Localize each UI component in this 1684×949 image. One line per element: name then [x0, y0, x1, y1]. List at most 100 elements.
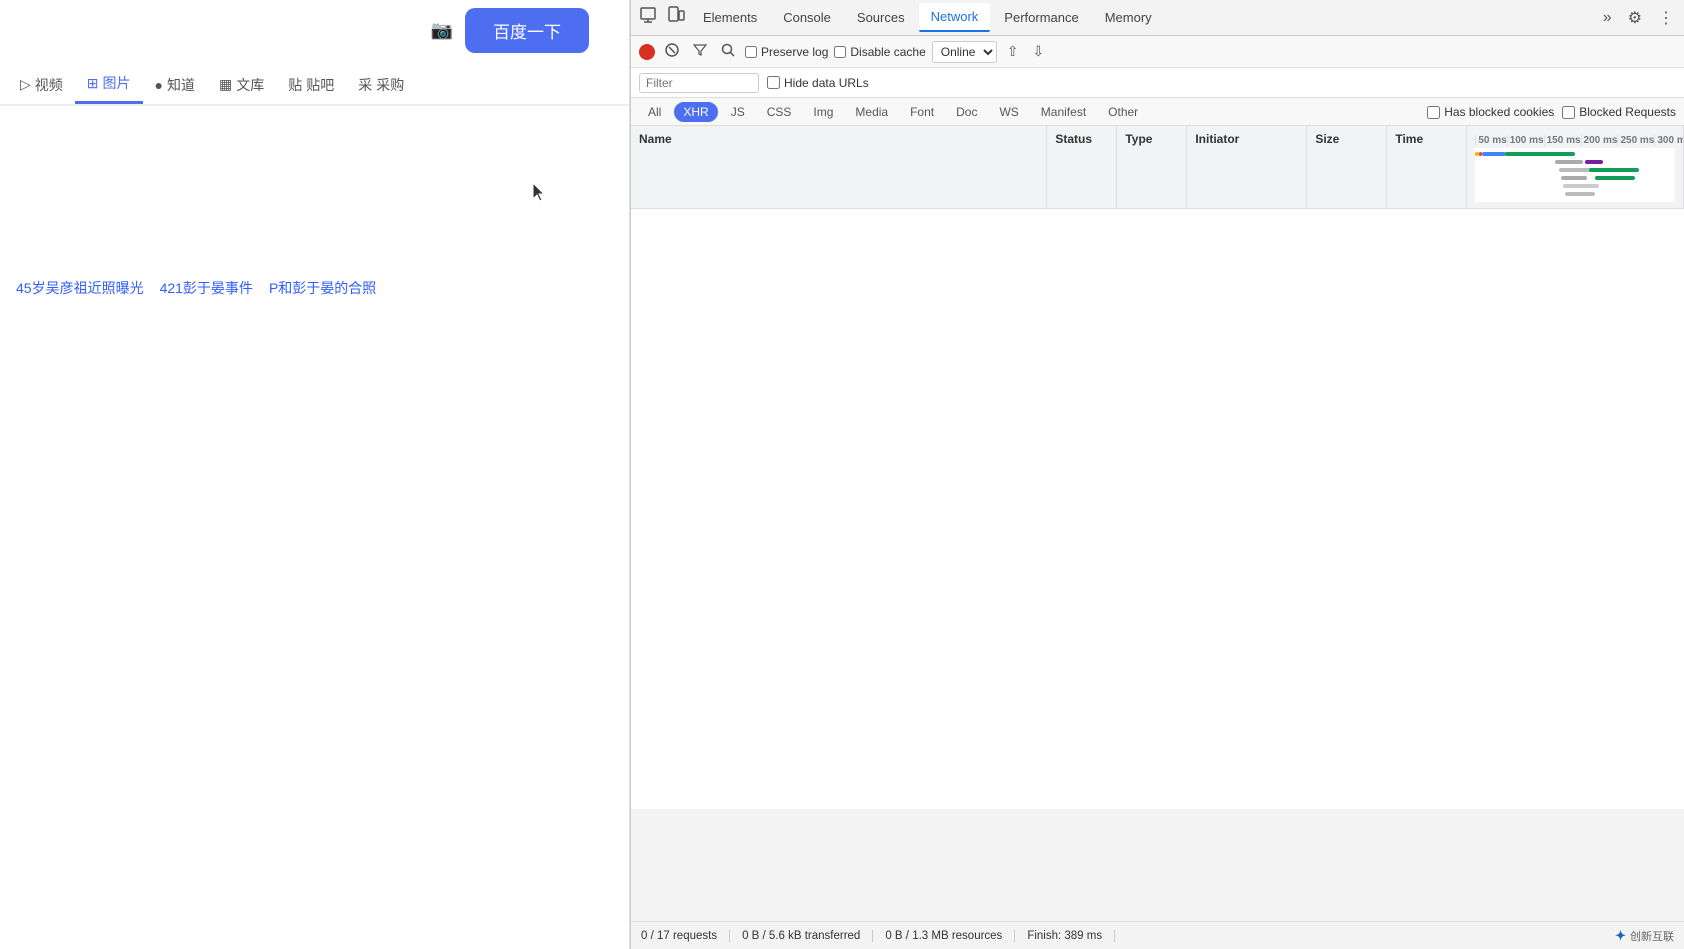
devtools-icons: » ⚙ ⋮: [1597, 4, 1680, 32]
trending-link-2[interactable]: P和彭于晏的合照: [269, 278, 376, 298]
filter-button[interactable]: [689, 41, 711, 62]
filter-other[interactable]: Other: [1099, 102, 1147, 122]
device-toolbar-button[interactable]: [663, 2, 689, 33]
network-main: Name Status Type Initiator Size Time 50 …: [631, 126, 1684, 921]
tab-zhidao[interactable]: ● 知道: [143, 65, 207, 104]
waterfall-bar-2: [1482, 152, 1506, 156]
disable-cache-checkbox[interactable]: [834, 46, 846, 58]
throttle-select[interactable]: Online: [932, 41, 997, 63]
filter-img[interactable]: Img: [804, 102, 842, 122]
tab-zhidao-label: 知道: [167, 75, 195, 95]
filter-media[interactable]: Media: [846, 102, 897, 122]
th-name[interactable]: Name: [631, 126, 1047, 208]
tab-wenku[interactable]: ▦ 文库: [207, 65, 276, 104]
devtools-topbar: Elements Console Sources Network Perform…: [631, 0, 1684, 36]
video-icon: ▷: [20, 76, 31, 93]
tab-tieba[interactable]: 贴 贴吧: [276, 65, 346, 104]
th-status[interactable]: Status: [1047, 126, 1117, 208]
waterfall-visualization: [1475, 148, 1675, 202]
waterfall-bar-11: [1595, 176, 1635, 180]
waterfall-bar-7: [1563, 184, 1599, 188]
finish-time: Finish: 389 ms: [1015, 930, 1115, 942]
camera-icon[interactable]: 📷: [431, 20, 453, 41]
th-time[interactable]: Time: [1387, 126, 1467, 208]
blocked-cookies-checkbox[interactable]: [1427, 106, 1440, 119]
table-body[interactable]: [631, 209, 1684, 921]
blocked-requests-checkbox[interactable]: [1562, 106, 1575, 119]
tab-caigou[interactable]: 采 采购: [346, 65, 416, 104]
tab-tieba-label: 贴吧: [306, 75, 334, 95]
trending-link-1[interactable]: 421彭于晏事件: [160, 278, 253, 298]
blocked-requests-label[interactable]: Blocked Requests: [1562, 105, 1676, 119]
logo-icon: ✦: [1615, 928, 1626, 944]
import-button[interactable]: ⇧: [1003, 41, 1023, 62]
devtools-tab-elements[interactable]: Elements: [691, 4, 769, 31]
filter-font[interactable]: Font: [901, 102, 943, 122]
waterfall-bar-10: [1589, 168, 1639, 172]
waterfall-bar-9: [1585, 160, 1603, 164]
filter-right: Has blocked cookies Blocked Requests: [1427, 105, 1676, 119]
bottom-status-bar: 0 / 17 requests 0 B / 5.6 kB transferred…: [631, 921, 1684, 949]
caigou-icon: 采: [358, 75, 372, 95]
wenku-icon: ▦: [219, 76, 232, 93]
requests-count: 0 / 17 requests: [641, 930, 730, 942]
disable-cache-text: Disable cache: [850, 45, 925, 59]
ruler-200ms: 200 ms: [1581, 135, 1618, 146]
export-button[interactable]: ⇩: [1028, 41, 1048, 62]
ruler-250ms: 250 ms: [1617, 135, 1654, 146]
more-tabs-button[interactable]: »: [1597, 5, 1618, 31]
filter-types-bar: All XHR JS CSS Img Media Font Doc WS Man…: [631, 98, 1684, 126]
clear-button[interactable]: [661, 41, 683, 62]
waterfall-bar-3: [1505, 152, 1575, 156]
ruler-300ms: 300 ms: [1654, 135, 1684, 146]
preserve-log-label[interactable]: Preserve log: [745, 45, 828, 59]
devtools-tab-console[interactable]: Console: [771, 4, 843, 31]
waterfall-bar-6: [1561, 176, 1587, 180]
blocked-cookies-text: Has blocked cookies: [1444, 105, 1554, 119]
search-button[interactable]: [717, 41, 739, 62]
devtools-tab-performance[interactable]: Performance: [992, 4, 1090, 31]
ruler-100ms: 100 ms: [1507, 135, 1544, 146]
devtools-tab-memory[interactable]: Memory: [1093, 4, 1164, 31]
trending-link-0[interactable]: 45岁吴彦祖近照曝光: [16, 278, 144, 298]
record-button[interactable]: [639, 44, 655, 60]
hide-data-urls-checkbox[interactable]: [767, 76, 780, 89]
tab-image[interactable]: ⊞ 图片: [75, 65, 143, 104]
logo-area: ✦ 创新互联: [1615, 928, 1674, 944]
network-toolbar: Preserve log Disable cache Online ⇧ ⇩: [631, 36, 1684, 68]
more-options-button[interactable]: ⋮: [1652, 4, 1680, 32]
blocked-cookies-label[interactable]: Has blocked cookies: [1427, 105, 1554, 119]
settings-button[interactable]: ⚙: [1622, 4, 1648, 32]
preserve-log-checkbox[interactable]: [745, 46, 757, 58]
inspect-element-button[interactable]: [635, 2, 661, 33]
th-type[interactable]: Type: [1117, 126, 1187, 208]
zhidao-icon: ●: [155, 77, 163, 93]
disable-cache-label[interactable]: Disable cache: [834, 45, 925, 59]
filter-js[interactable]: JS: [722, 102, 754, 122]
th-initiator[interactable]: Initiator: [1187, 126, 1307, 208]
hide-data-urls-label[interactable]: Hide data URLs: [767, 76, 869, 90]
ruler-50ms: 50 ms: [1475, 135, 1506, 146]
th-waterfall[interactable]: 50 ms 100 ms 150 ms 200 ms 250 ms 300 ms…: [1467, 126, 1684, 208]
devtools-tab-sources[interactable]: Sources: [845, 4, 917, 31]
browser-left-panel: 📷 百度一下 ▷ 视频 ⊞ 图片 ● 知道 ▦ 文库 贴 贴吧 采 采购 45岁…: [0, 0, 630, 949]
filter-all[interactable]: All: [639, 102, 670, 122]
filter-bar: Hide data URLs: [631, 68, 1684, 98]
devtools-tab-network[interactable]: Network: [919, 3, 991, 32]
tab-video[interactable]: ▷ 视频: [8, 65, 75, 104]
network-content: Name Status Type Initiator Size Time 50 …: [631, 126, 1684, 921]
filter-input[interactable]: [639, 73, 759, 93]
tieba-icon: 贴: [288, 75, 302, 95]
filter-xhr[interactable]: XHR: [674, 102, 717, 122]
table-header: Name Status Type Initiator Size Time 50 …: [631, 126, 1684, 209]
baidu-search-button[interactable]: 百度一下: [465, 8, 589, 53]
filter-manifest[interactable]: Manifest: [1032, 102, 1095, 122]
timeline-ruler: 50 ms 100 ms 150 ms 200 ms 250 ms 300 ms…: [1475, 132, 1675, 148]
waterfall-bar-5: [1559, 168, 1591, 172]
nav-tabs: ▷ 视频 ⊞ 图片 ● 知道 ▦ 文库 贴 贴吧 采 采购: [0, 65, 629, 106]
th-size[interactable]: Size: [1307, 126, 1387, 208]
filter-css[interactable]: CSS: [758, 102, 801, 122]
waterfall-bar-4: [1555, 160, 1583, 164]
filter-doc[interactable]: Doc: [947, 102, 986, 122]
filter-ws[interactable]: WS: [990, 102, 1027, 122]
